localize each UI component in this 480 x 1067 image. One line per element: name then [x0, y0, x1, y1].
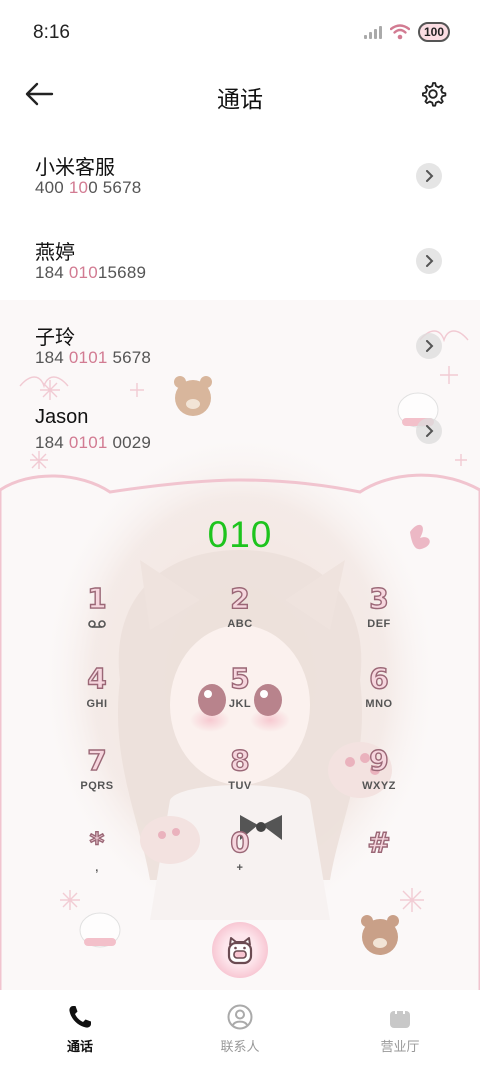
shopping-bag-icon	[390, 1007, 410, 1028]
key-letters: TUV	[228, 780, 252, 792]
chevron-right-icon	[426, 425, 434, 437]
status-icons: 100	[364, 22, 450, 42]
nav-tab-calls[interactable]: 通话	[0, 990, 160, 1067]
key-letters: ,	[95, 862, 99, 874]
status-time: 8:16	[33, 22, 70, 43]
chevron-right-icon	[426, 340, 434, 352]
contact-detail-button[interactable]	[416, 333, 442, 359]
contact-name: 小米客服	[35, 157, 115, 179]
key-digit: 0	[230, 825, 251, 859]
key-letters: PQRS	[80, 780, 114, 792]
key-letters: DEF	[367, 618, 391, 630]
contact-suggestion-row[interactable]: 小米客服 400 100 5678	[0, 138, 480, 223]
contact-suggestion-row[interactable]: 子玲 184 0101 5678	[0, 308, 480, 393]
dial-key-6[interactable]: 6 MNO	[324, 661, 434, 734]
signal-icon	[364, 25, 382, 39]
contact-suggestion-row[interactable]: Jason 184 0101 0029	[0, 393, 480, 478]
dial-panel: 010 1 2 ABC 3 DEF 4 GHI 5 JKL 6 MNO 7 PQ…	[0, 470, 480, 990]
dial-key-5[interactable]: 5 JKL	[185, 661, 295, 734]
page-title: 通话	[217, 86, 263, 112]
contact-name: 燕婷	[35, 242, 75, 264]
key-letters: +	[236, 862, 244, 874]
nav-tab-service-hall[interactable]: 营业厅	[320, 990, 480, 1067]
dial-key-star[interactable]: * ,	[42, 825, 152, 898]
gear-icon[interactable]	[420, 80, 448, 108]
dial-key-3[interactable]: 3 DEF	[324, 581, 434, 654]
nav-label: 营业厅	[380, 1039, 420, 1054]
dial-key-7[interactable]: 7 PQRS	[42, 743, 152, 816]
cat-phone-icon	[227, 937, 253, 965]
nav-tab-contacts[interactable]: 联系人	[160, 990, 320, 1067]
dial-key-1[interactable]: 1	[42, 581, 152, 654]
contact-suggestion-list: 小米客服 400 100 5678 燕婷 184 01015689 子玲 184…	[0, 138, 480, 478]
person-icon	[227, 1004, 253, 1030]
dial-key-hash[interactable]: #	[324, 825, 434, 898]
key-digit: 1	[87, 581, 108, 615]
key-digit: 4	[87, 661, 108, 695]
dial-key-2[interactable]: 2 ABC	[185, 581, 295, 654]
contact-number: 184 0101 5678	[35, 348, 152, 367]
key-digit: 8	[230, 743, 251, 777]
key-digit: 7	[87, 743, 108, 777]
header: 通话	[0, 68, 480, 122]
key-digit: 6	[369, 661, 390, 695]
contact-name: 子玲	[35, 327, 75, 349]
dial-key-0[interactable]: 0 +	[185, 825, 295, 898]
status-bar: 8:16 100	[0, 0, 480, 68]
contact-detail-button[interactable]	[416, 248, 442, 274]
key-digit: 2	[230, 581, 251, 615]
contact-number: 400 100 5678	[35, 178, 142, 197]
key-digit: 3	[369, 581, 390, 615]
key-letters: GHI	[86, 698, 108, 710]
contact-detail-button[interactable]	[416, 163, 442, 189]
nav-label: 联系人	[220, 1039, 260, 1054]
voicemail-icon	[88, 620, 106, 628]
nav-label: 通话	[66, 1039, 93, 1054]
contact-number: 184 01015689	[35, 263, 147, 282]
dial-key-9[interactable]: 9 WXYZ	[324, 743, 434, 816]
key-letters: JKL	[228, 698, 252, 710]
contact-suggestion-row[interactable]: 燕婷 184 01015689	[0, 223, 480, 308]
key-letters: WXYZ	[362, 780, 396, 792]
dialed-number-display[interactable]: 010	[0, 514, 480, 556]
chevron-right-icon	[426, 170, 434, 182]
key-digit: *	[89, 825, 105, 859]
key-letters: ABC	[227, 618, 253, 630]
dial-key-4[interactable]: 4 GHI	[42, 661, 152, 734]
key-digit: 9	[369, 743, 390, 777]
chevron-right-icon	[426, 255, 434, 267]
contact-number: 184 0101 0029	[35, 433, 152, 452]
phone-icon	[69, 1006, 91, 1028]
key-digit: 5	[230, 661, 251, 695]
wifi-icon	[390, 24, 410, 40]
key-letters: MNO	[365, 698, 393, 710]
contact-detail-button[interactable]	[416, 418, 442, 444]
contact-name: Jason	[35, 406, 89, 428]
call-button[interactable]	[212, 922, 268, 978]
battery-icon: 100	[418, 22, 450, 42]
dial-key-8[interactable]: 8 TUV	[185, 743, 295, 816]
bottom-navigation: 通话 联系人 营业厅	[0, 990, 480, 1067]
key-digit: #	[367, 825, 392, 859]
